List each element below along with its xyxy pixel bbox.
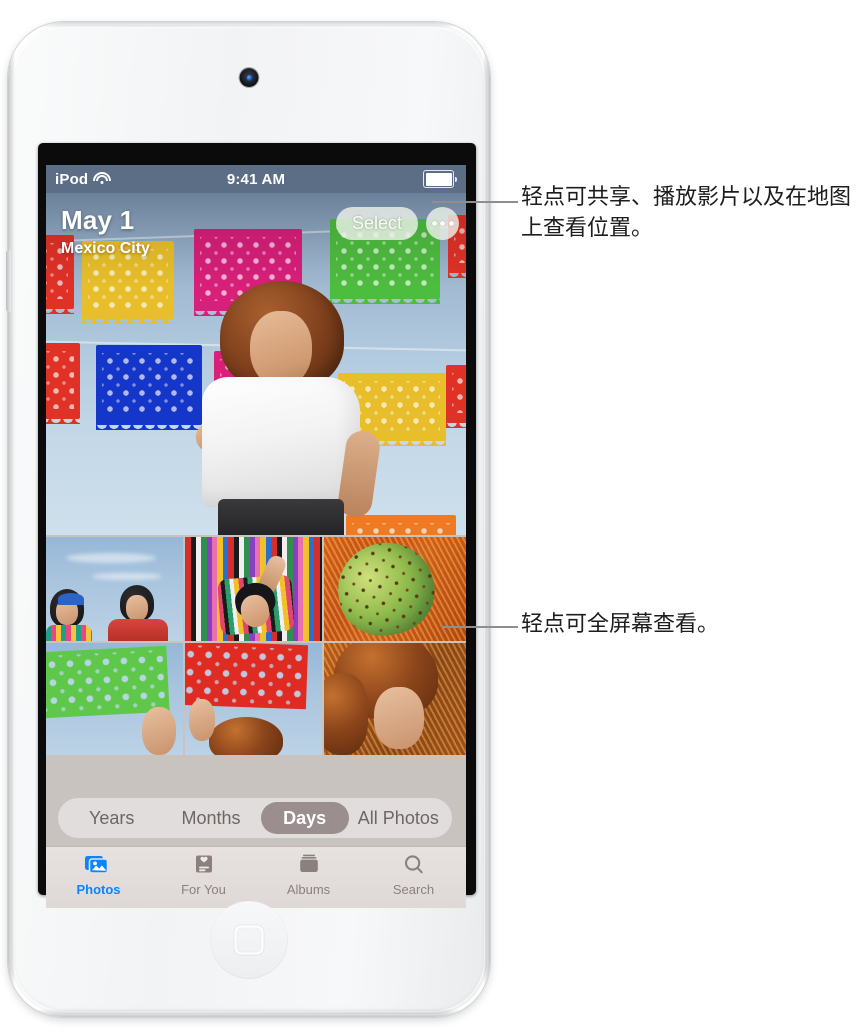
select-button[interactable]: Select [335, 207, 418, 240]
volume-button[interactable] [6, 250, 11, 312]
tab-label: For You [181, 882, 226, 897]
grid-photo[interactable] [185, 537, 322, 641]
home-square-icon [234, 925, 264, 955]
tab-label: Photos [76, 882, 121, 897]
ipod-device: iPod 9:41 AM May 1 Mexico City Select Ye… [6, 22, 490, 1017]
segment-all-photos[interactable]: All Photos [349, 802, 448, 834]
grid-photo[interactable] [324, 643, 466, 755]
home-button[interactable] [210, 901, 288, 979]
status-bar: iPod 9:41 AM [46, 165, 466, 193]
segment-months[interactable]: Months [161, 802, 260, 834]
for-you-icon [189, 853, 219, 878]
battery-icon [423, 170, 457, 188]
grid-photo[interactable] [46, 643, 183, 755]
callout-share-play-map: 轻点可共享、播放影片以及在地图上查看位置。 [521, 184, 852, 241]
segment-days[interactable]: Days [260, 802, 349, 834]
grid-photo[interactable] [185, 643, 322, 755]
photo-grid [46, 537, 466, 755]
front-camera-icon [239, 68, 259, 87]
callout-leader-line [432, 201, 518, 203]
ellipsis-icon[interactable] [426, 207, 459, 240]
tab-label: Search [392, 882, 435, 897]
page-title: May 1 [61, 205, 135, 235]
tab-for-you[interactable]: For You [151, 853, 256, 897]
tab-photos[interactable]: Photos [46, 853, 151, 897]
grid-photo[interactable] [46, 537, 183, 641]
segment-years[interactable]: Years [62, 802, 161, 834]
clock: 9:41 AM [226, 170, 286, 188]
callout-leader-line [442, 626, 518, 628]
timeline-segmented-control[interactable]: Years Months Days All Photos [58, 798, 452, 838]
search-icon [399, 853, 429, 878]
location-label: Mexico City [61, 240, 150, 257]
tab-albums[interactable]: Albums [256, 853, 361, 897]
tab-label: Albums [286, 882, 331, 897]
tab-bar: Photos For You Albums Search [46, 846, 466, 908]
albums-icon [294, 853, 324, 878]
screen: iPod 9:41 AM May 1 Mexico City Select Ye… [46, 165, 466, 908]
screen-frame: iPod 9:41 AM May 1 Mexico City Select Ye… [38, 143, 476, 908]
callout-fullscreen: 轻点可全屏幕查看。 [521, 611, 720, 636]
tab-search[interactable]: Search [361, 853, 466, 897]
photos-icon [84, 853, 114, 878]
hero-photo[interactable]: May 1 Mexico City Select [46, 193, 466, 535]
